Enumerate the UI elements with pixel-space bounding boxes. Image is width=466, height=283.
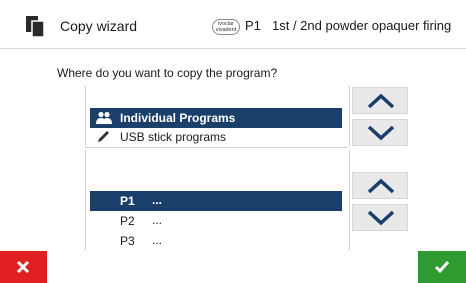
confirm-button[interactable] [418, 251, 466, 283]
program-list: P1 ... P2 ... P3 ... [85, 150, 350, 250]
program-item-code: P2 [120, 214, 135, 228]
cancel-button[interactable] [0, 251, 47, 283]
chevron-down-icon [367, 125, 395, 141]
source-label: Individual Programs [120, 111, 236, 125]
program-description: 1st / 2nd powder opaquer firing [272, 18, 452, 33]
logo-text: ivoclar vivadent [215, 21, 237, 33]
program-code: P1 [245, 18, 261, 33]
users-icon [96, 111, 112, 124]
page-title: Copy wizard [60, 18, 138, 34]
source-scroll-down-button[interactable] [352, 119, 408, 146]
program-item-code: P3 [120, 234, 135, 248]
program-scroll-down-button[interactable] [352, 204, 408, 231]
program-scroll-up-button[interactable] [352, 172, 408, 199]
program-item-desc: ... [152, 233, 163, 247]
ivoclar-logo: ivoclar vivadent [212, 19, 240, 35]
program-item[interactable]: P2 ... [90, 211, 342, 231]
close-icon [16, 260, 30, 274]
source-item-individual[interactable]: Individual Programs [90, 108, 342, 128]
pen-icon [98, 131, 109, 142]
checkmark-icon [434, 261, 450, 274]
source-label: USB stick programs [120, 130, 227, 144]
program-item[interactable]: P1 ... [90, 191, 342, 211]
chevron-up-icon [367, 178, 395, 194]
program-item-desc: ... [152, 193, 163, 207]
chevron-up-icon [367, 93, 395, 109]
divider [85, 147, 348, 148]
chevron-down-icon [367, 210, 395, 226]
source-item-usb[interactable]: USB stick programs [90, 127, 342, 147]
program-item-code: P1 [120, 194, 135, 208]
program-item[interactable]: P3 ... [90, 231, 342, 251]
program-item-desc: ... [152, 213, 163, 227]
header-bar: Copy wizard ivoclar vivadent P1 1st / 2n… [0, 0, 466, 49]
source-scroll-up-button[interactable] [352, 87, 408, 114]
question-text: Where do you want to copy the program? [57, 66, 278, 80]
copy-icon [26, 16, 45, 38]
source-list: Individual Programs USB stick programs [85, 86, 350, 146]
